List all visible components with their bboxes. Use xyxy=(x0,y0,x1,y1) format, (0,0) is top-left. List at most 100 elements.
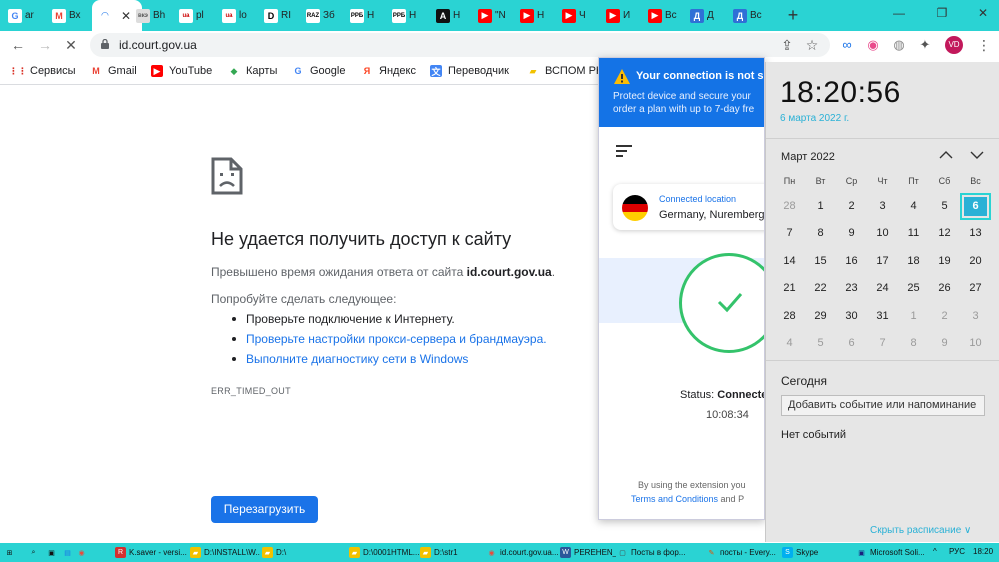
browser-tab[interactable]: RAZ Зб xyxy=(306,2,346,29)
search-icon[interactable]: ⌕ xyxy=(28,545,42,560)
bookmark-item[interactable]: G Google xyxy=(292,65,345,77)
globe-extension-icon[interactable]: ◍ xyxy=(890,36,908,54)
start-button[interactable]: ⊞ xyxy=(4,545,18,560)
calendar-day[interactable]: 3 xyxy=(960,303,991,330)
calendar-day[interactable]: 10 xyxy=(867,220,898,247)
suggestion-item[interactable]: Выполните диагностику сети в Windows xyxy=(232,352,468,366)
reload-button[interactable]: Перезагрузить xyxy=(211,496,318,523)
browser-tab[interactable]: РРБ Н xyxy=(350,2,388,29)
bookmark-item[interactable]: ⋮⋮ Сервисы xyxy=(9,65,76,77)
clock-date[interactable]: 6 марта 2022 г. xyxy=(780,113,849,124)
taskbar-app-button[interactable]: ▰ D:\INSTALL\W... xyxy=(190,545,260,560)
suggestion-link[interactable]: Выполните диагностику сети в Windows xyxy=(246,352,468,366)
taskbar-app-button[interactable]: ✎ посты - Every... xyxy=(706,545,778,560)
vpn-extension-icon[interactable]: ∞ xyxy=(838,36,856,54)
suggestion-link[interactable]: Проверьте настройки прокси-сервера и бра… xyxy=(246,332,547,346)
terms-link[interactable]: Terms and Conditions xyxy=(631,494,718,504)
maximize-button[interactable]: ❐ xyxy=(932,6,952,20)
calendar-day[interactable]: 20 xyxy=(960,248,991,275)
taskbar-app-button[interactable]: ◉ id.court.gov.ua... xyxy=(486,545,558,560)
calendar-day[interactable]: 4 xyxy=(774,330,805,357)
calendar-day[interactable]: 28 xyxy=(774,303,805,330)
calendar-day[interactable]: 7 xyxy=(867,330,898,357)
calendar-day[interactable]: 12 xyxy=(929,220,960,247)
browser-tab[interactable]: ▶ Н xyxy=(520,2,558,29)
calendar-day[interactable]: 8 xyxy=(898,330,929,357)
bookmark-item[interactable]: 文 Переводчик xyxy=(430,65,509,77)
calendar-day-today[interactable]: 6 xyxy=(960,193,991,220)
calendar-month-label[interactable]: Март 2022 xyxy=(781,151,835,163)
share-icon[interactable]: ⇪ xyxy=(778,36,796,54)
browser-tab[interactable]: ◠ ✕ xyxy=(92,0,142,31)
browser-tab[interactable]: Gar xyxy=(8,2,48,29)
browser-tab[interactable]: AН xyxy=(436,2,474,29)
calendar-day[interactable]: 22 xyxy=(805,275,836,302)
browser-tab[interactable]: ▶ Вс xyxy=(648,2,686,29)
calendar-day[interactable]: 7 xyxy=(774,220,805,247)
suggestion-item[interactable]: Проверьте настройки прокси-сервера и бра… xyxy=(232,332,547,346)
calendar-day[interactable]: 27 xyxy=(960,275,991,302)
colorful-extension-icon[interactable]: ◉ xyxy=(864,36,882,54)
taskbar-app-button[interactable]: ▢ Посты в фор... xyxy=(617,545,703,560)
browser-tab[interactable]: ▶ И xyxy=(606,2,644,29)
hide-schedule-link[interactable]: Скрыть расписание ∨ xyxy=(870,525,971,536)
vpn-warning-banner[interactable]: Your connection is not s Protect device … xyxy=(599,58,764,127)
calendar-day[interactable]: 8 xyxy=(805,220,836,247)
address-bar[interactable]: id.court.gov.ua ⇪ ☆ xyxy=(90,33,830,57)
browser-menu-button[interactable]: ⋮ xyxy=(975,36,993,54)
browser-tab[interactable]: РРБ Н xyxy=(392,2,432,29)
new-tab-button[interactable]: + xyxy=(783,5,803,25)
taskbar-app-button[interactable]: WPEREHEN_D... xyxy=(560,545,616,560)
calendar-day[interactable]: 26 xyxy=(929,275,960,302)
file-explorer-icon[interactable]: ▤ xyxy=(62,545,76,560)
browser-tab[interactable]: вкэ Вh xyxy=(136,2,174,29)
calendar-day[interactable]: 28 xyxy=(774,193,805,220)
calendar-day[interactable]: 9 xyxy=(836,220,867,247)
forward-button[interactable]: → xyxy=(36,36,54,54)
close-window-button[interactable]: ✕ xyxy=(973,6,993,20)
chevron-up-icon[interactable] xyxy=(939,150,953,160)
calendar-day[interactable]: 19 xyxy=(929,248,960,275)
calendar-day[interactable]: 25 xyxy=(898,275,929,302)
vpn-location-card[interactable]: Connected location Germany, Nuremberg xyxy=(613,184,764,230)
add-event-input[interactable]: Добавить событие или напоминание xyxy=(781,395,985,416)
calendar-day[interactable]: 5 xyxy=(805,330,836,357)
taskbar-app-button[interactable]: R K.saver - versi... xyxy=(115,545,187,560)
calendar-day[interactable]: 17 xyxy=(867,248,898,275)
browser-tab[interactable]: D RI xyxy=(264,2,302,29)
calendar-day[interactable]: 23 xyxy=(836,275,867,302)
taskbar-app-button[interactable]: ▰ D:\str1 xyxy=(420,545,484,560)
back-button[interactable]: ← xyxy=(9,36,27,54)
taskbar-app-button[interactable]: S Skype xyxy=(782,545,852,560)
browser-tab[interactable]: ua pl xyxy=(179,2,217,29)
calendar-day[interactable]: 4 xyxy=(898,193,929,220)
calendar-day[interactable]: 14 xyxy=(774,248,805,275)
chevron-down-icon[interactable] xyxy=(970,150,984,160)
calendar-day[interactable]: 21 xyxy=(774,275,805,302)
close-tab-icon[interactable]: ✕ xyxy=(121,9,131,23)
calendar-day[interactable]: 18 xyxy=(898,248,929,275)
puzzle-extensions-icon[interactable]: ✦ xyxy=(916,36,934,54)
taskbar-app-button[interactable]: ▰ D:\0001HTML... xyxy=(349,545,419,560)
bookmark-item[interactable]: Я Яндекс xyxy=(361,65,416,77)
calendar-day[interactable]: 16 xyxy=(836,248,867,275)
taskbar-app-button[interactable]: ▰ D:\ xyxy=(262,545,324,560)
vpn-menu-icon[interactable] xyxy=(616,145,632,160)
calendar-day[interactable]: 10 xyxy=(960,330,991,357)
browser-tab[interactable]: ▶ Ч xyxy=(562,2,602,29)
calendar-day[interactable]: 15 xyxy=(805,248,836,275)
bookmark-item[interactable]: M Gmail xyxy=(90,65,136,77)
browser-tab[interactable]: ДД xyxy=(690,2,730,29)
bookmark-item[interactable]: ◆ Карты xyxy=(228,65,278,77)
bookmark-star-icon[interactable]: ☆ xyxy=(803,36,821,54)
minimize-button[interactable]: — xyxy=(889,6,909,20)
browser-tab[interactable]: Д Вс xyxy=(733,2,773,29)
stop-loading-button[interactable]: ✕ xyxy=(62,36,80,54)
calendar-day[interactable]: 9 xyxy=(929,330,960,357)
calendar-day[interactable]: 31 xyxy=(867,303,898,330)
calendar-day[interactable]: 3 xyxy=(867,193,898,220)
bookmark-item[interactable]: ▰ ВСПОМ РН xyxy=(527,65,604,77)
calendar-day[interactable]: 2 xyxy=(836,193,867,220)
calendar-day[interactable]: 11 xyxy=(898,220,929,247)
calendar-day[interactable]: 6 xyxy=(836,330,867,357)
